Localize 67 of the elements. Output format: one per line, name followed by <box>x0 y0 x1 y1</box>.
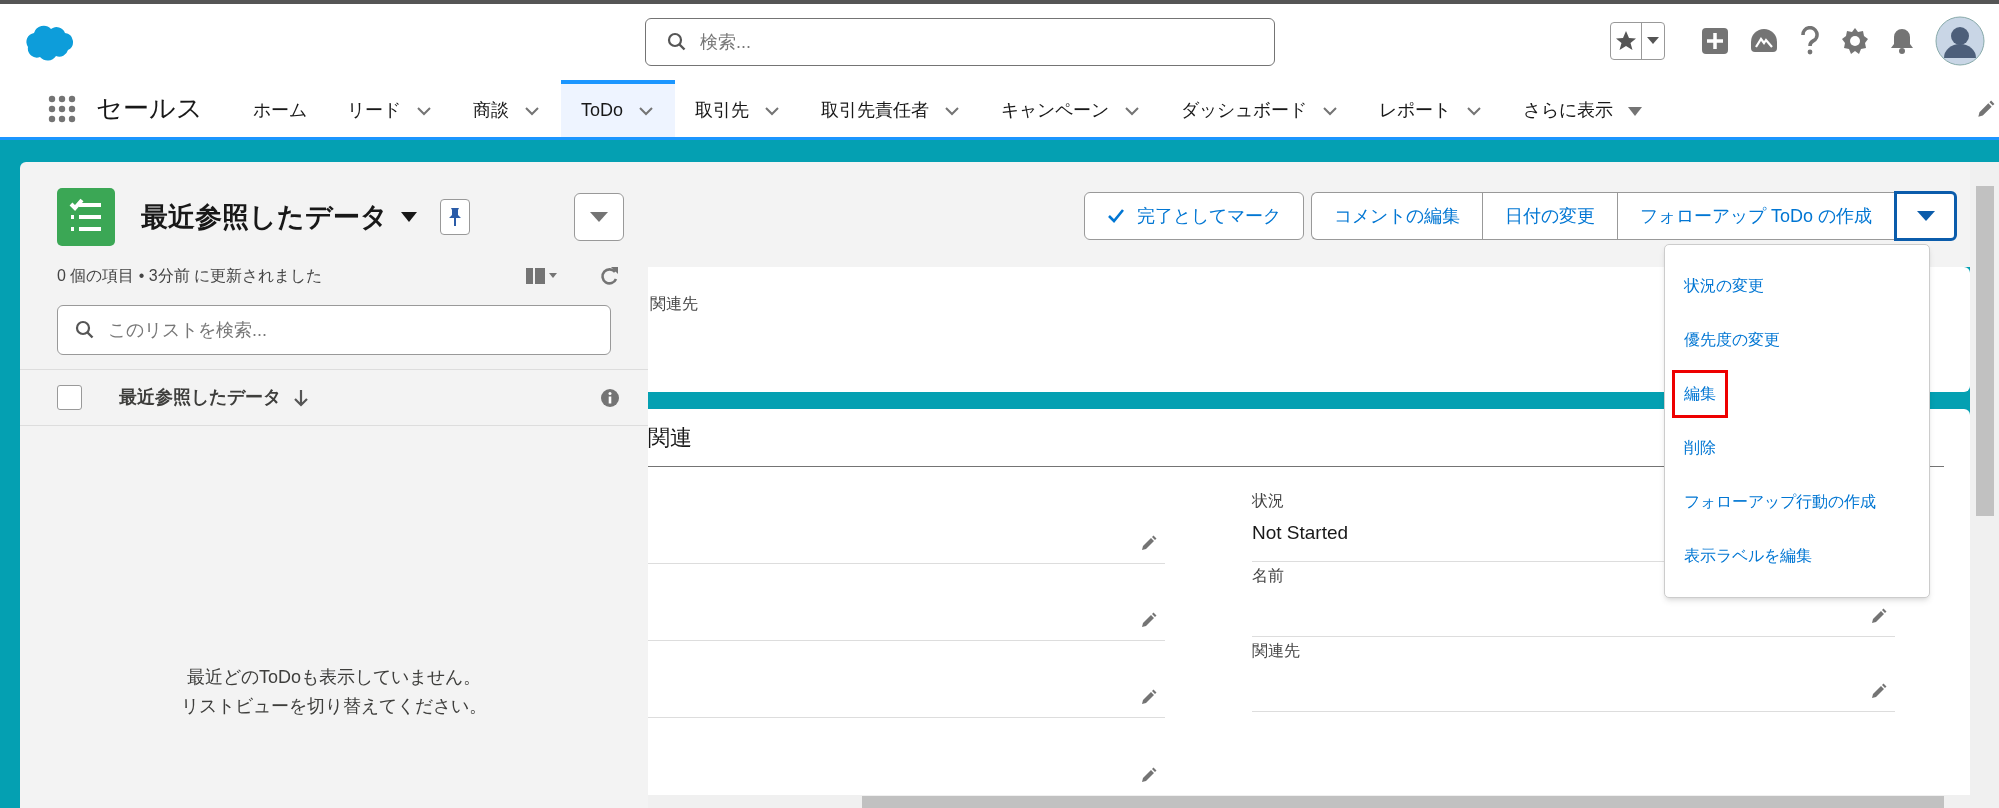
action-button[interactable]: 日付の変更 <box>1481 192 1617 240</box>
caret-icon <box>1915 210 1936 222</box>
favorites-button[interactable] <box>1610 22 1665 60</box>
menu-item[interactable]: 状況の変更 <box>1665 259 1929 313</box>
nav-tab[interactable]: 取引先責任者 <box>801 80 982 137</box>
field-label: 名前 <box>1252 566 1284 586</box>
caret-icon <box>588 210 610 224</box>
trail-icon[interactable] <box>1749 27 1779 55</box>
avatar-icon[interactable] <box>1935 16 1985 66</box>
column-header[interactable]: 最近参照したデータ <box>119 384 309 411</box>
more-actions-button[interactable] <box>1894 191 1957 241</box>
caret-icon <box>400 210 418 224</box>
nav-tab[interactable]: ホーム <box>233 80 327 137</box>
search-field[interactable]: 検索... <box>645 18 1275 66</box>
edit-icon[interactable] <box>1139 535 1157 553</box>
edit-icon[interactable] <box>1869 608 1887 626</box>
pin-button[interactable] <box>440 199 470 235</box>
empty-message: リストビューを切り替えてください。 <box>181 695 487 718</box>
edit-icon[interactable] <box>1869 683 1887 701</box>
caret-icon <box>1647 37 1659 45</box>
list-status: 0 個の項目 • 3分前 に更新されました <box>57 266 323 286</box>
section-title: 関連 <box>648 424 692 452</box>
settings-icon[interactable] <box>1841 27 1869 55</box>
scrollbar[interactable] <box>1970 162 1999 808</box>
refresh-icon[interactable] <box>598 265 620 287</box>
column-display-icon[interactable] <box>524 266 558 286</box>
edit-icon[interactable] <box>1139 767 1157 785</box>
field-label: 関連先 <box>650 295 698 312</box>
notifications-icon[interactable] <box>1889 27 1915 55</box>
action-button[interactable]: 完了としてマーク <box>1083 192 1304 240</box>
task-list-icon <box>57 188 115 246</box>
action-button[interactable]: コメントの編集 <box>1310 192 1482 240</box>
menu-item[interactable]: 表示ラベルを編集 <box>1665 529 1929 583</box>
field-label: 関連先 <box>1252 641 1300 661</box>
list-search-field[interactable]: このリストを検索... <box>57 305 611 355</box>
nav-tab[interactable]: レポート <box>1359 80 1504 137</box>
nav-tab[interactable]: キャンペーン <box>981 80 1162 137</box>
field-label: 状況 <box>1252 491 1284 511</box>
info-icon <box>600 387 620 408</box>
nav-tab[interactable]: リード <box>327 80 453 137</box>
plus-icon[interactable] <box>1701 27 1729 55</box>
nav-tab[interactable]: 商談 <box>453 80 561 137</box>
search-icon <box>667 32 687 52</box>
menu-item[interactable]: 優先度の変更 <box>1665 313 1929 367</box>
help-icon[interactable] <box>1799 26 1821 56</box>
edit-icon[interactable] <box>1139 612 1157 630</box>
list-menu-button[interactable] <box>574 193 624 241</box>
check-icon <box>1106 208 1125 224</box>
menu-item[interactable]: 編集 <box>1665 367 1929 421</box>
menu-item[interactable]: フォローアップ行動の作成 <box>1665 475 1929 529</box>
nav-tab[interactable]: さらに表示 <box>1503 80 1664 137</box>
field-value: Not Started <box>1252 521 1349 545</box>
checkbox[interactable] <box>57 385 82 410</box>
nav-tab[interactable]: ToDo <box>561 80 676 137</box>
action-button[interactable]: フォローアップ ToDo の作成 <box>1616 192 1894 240</box>
search-icon <box>75 320 95 340</box>
edit-icon[interactable] <box>1139 689 1157 707</box>
nav-tab[interactable]: 取引先 <box>675 80 802 137</box>
edit-icon[interactable] <box>1975 100 1995 120</box>
menu-item[interactable]: 削除 <box>1665 421 1929 475</box>
empty-message: 最近どのToDoも表示していません。 <box>187 666 481 689</box>
app-name: セールス <box>96 92 203 125</box>
app-launcher-icon[interactable] <box>48 94 76 123</box>
pin-icon <box>448 207 462 227</box>
sort-arrow-icon <box>293 387 309 408</box>
nav-tab[interactable]: ダッシュボード <box>1161 80 1360 137</box>
list-view-selector[interactable]: 最近参照したデータ <box>141 196 418 238</box>
